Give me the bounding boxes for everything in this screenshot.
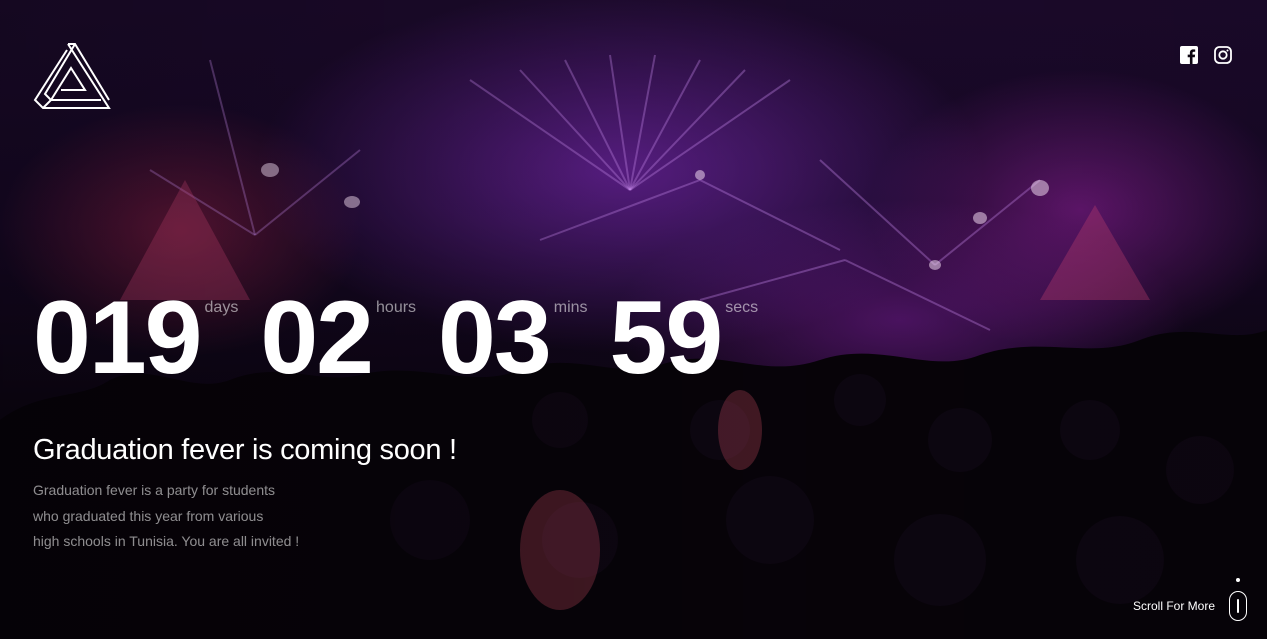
scroll-label: Scroll For More (1132, 599, 1215, 613)
days-value: 019 (33, 280, 203, 396)
mouse-scroll-icon (1229, 578, 1247, 621)
mouse-wheel (1237, 599, 1239, 613)
description-line: who graduated this year from various (33, 507, 264, 524)
impossible-triangle-logo-icon[interactable] (33, 42, 111, 110)
description-line: high schools in Tunisia. You are all inv… (33, 533, 300, 549)
instagram-icon[interactable] (1214, 46, 1232, 64)
page-title: Graduation fever is coming soon ! (33, 434, 457, 466)
description-line: Graduation fever is a party for students (33, 482, 276, 498)
scroll-for-more-button[interactable]: Scroll For More (1132, 578, 1247, 621)
countdown-mins: 03 mins (438, 280, 588, 396)
countdown-days: 019 days (33, 280, 239, 396)
days-label: days (204, 299, 239, 316)
facebook-icon[interactable] (1180, 46, 1198, 64)
secs-value: 59 (609, 280, 724, 396)
countdown-secs: 59 secs (609, 280, 759, 396)
hero-section: 019 days 02 hours 03 mins 59 secs Gradua… (0, 0, 1267, 639)
hours-label: hours (376, 299, 417, 316)
mins-value: 03 (438, 280, 552, 396)
countdown-timer: 019 days 02 hours 03 mins 59 secs (33, 280, 759, 396)
scroll-indicator-dot (1236, 578, 1240, 582)
event-description: Graduation fever is a party for students… (33, 478, 333, 555)
secs-label: secs (725, 299, 759, 316)
mins-label: mins (553, 299, 588, 316)
countdown-hours: 02 hours (260, 280, 417, 396)
hours-value: 02 (260, 280, 374, 396)
social-links (1180, 46, 1232, 64)
